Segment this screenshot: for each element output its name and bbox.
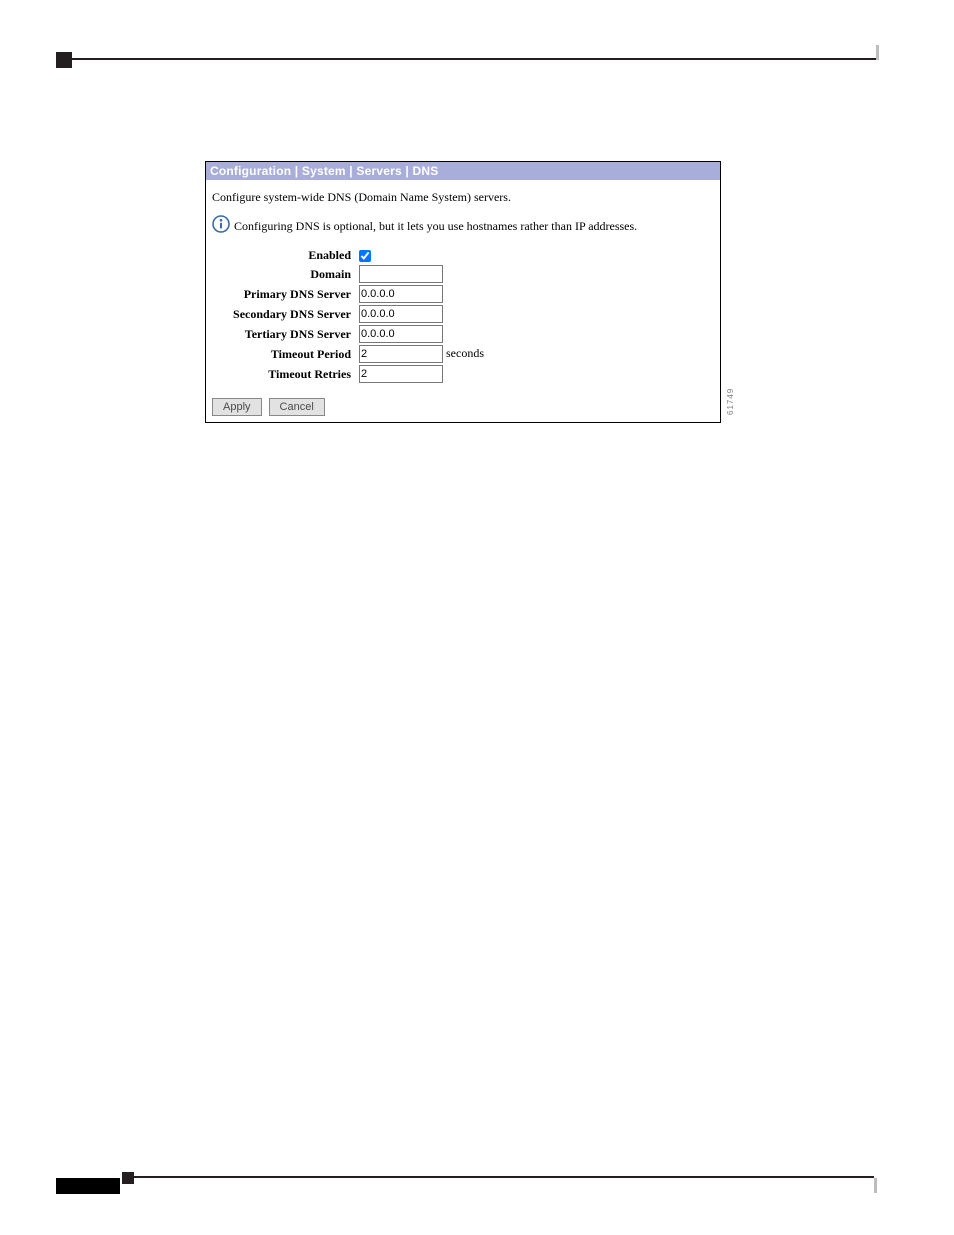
primary-dns-input[interactable] (359, 285, 443, 303)
panel-description: Configure system-wide DNS (Domain Name S… (206, 180, 720, 211)
label-primary: Primary DNS Server (212, 284, 355, 304)
domain-input[interactable] (359, 265, 443, 283)
timeout-period-input[interactable] (359, 345, 443, 363)
page-corner-marker (56, 52, 72, 68)
label-enabled: Enabled (212, 247, 355, 264)
page-bottom-rule (134, 1176, 874, 1178)
label-tertiary: Tertiary DNS Server (212, 324, 355, 344)
page-bottom-right-tick (874, 1178, 877, 1193)
row-secondary: Secondary DNS Server (212, 304, 488, 324)
figure-id: 61749 (726, 388, 735, 415)
row-timeout-period: Timeout Period seconds (212, 344, 488, 364)
breadcrumb: Configuration | System | Servers | DNS (206, 162, 720, 180)
panel-note-row: Configuring DNS is optional, but it lets… (206, 211, 720, 247)
enabled-checkbox[interactable] (359, 250, 371, 262)
cancel-button[interactable]: Cancel (269, 398, 325, 416)
info-icon (212, 215, 230, 237)
row-timeout-retries: Timeout Retries (212, 364, 488, 384)
label-domain: Domain (212, 264, 355, 284)
page-footer-square (122, 1172, 134, 1184)
page-footer-block (56, 1178, 120, 1194)
timeout-period-suffix: seconds (446, 346, 484, 360)
page-top-rule (56, 58, 876, 60)
row-tertiary: Tertiary DNS Server (212, 324, 488, 344)
row-enabled: Enabled (212, 247, 488, 264)
label-timeout-period: Timeout Period (212, 344, 355, 364)
row-primary: Primary DNS Server (212, 284, 488, 304)
button-row: Apply Cancel (206, 384, 720, 422)
fields-table: Enabled Domain Primary DNS Server Second… (212, 247, 488, 384)
tertiary-dns-input[interactable] (359, 325, 443, 343)
panel-note-text: Configuring DNS is optional, but it lets… (234, 219, 637, 234)
row-domain: Domain (212, 264, 488, 284)
timeout-retries-input[interactable] (359, 365, 443, 383)
apply-button[interactable]: Apply (212, 398, 262, 416)
dns-config-panel: Configuration | System | Servers | DNS C… (205, 161, 721, 423)
secondary-dns-input[interactable] (359, 305, 443, 323)
label-timeout-retries: Timeout Retries (212, 364, 355, 384)
label-secondary: Secondary DNS Server (212, 304, 355, 324)
page-top-right-tick (876, 45, 879, 60)
